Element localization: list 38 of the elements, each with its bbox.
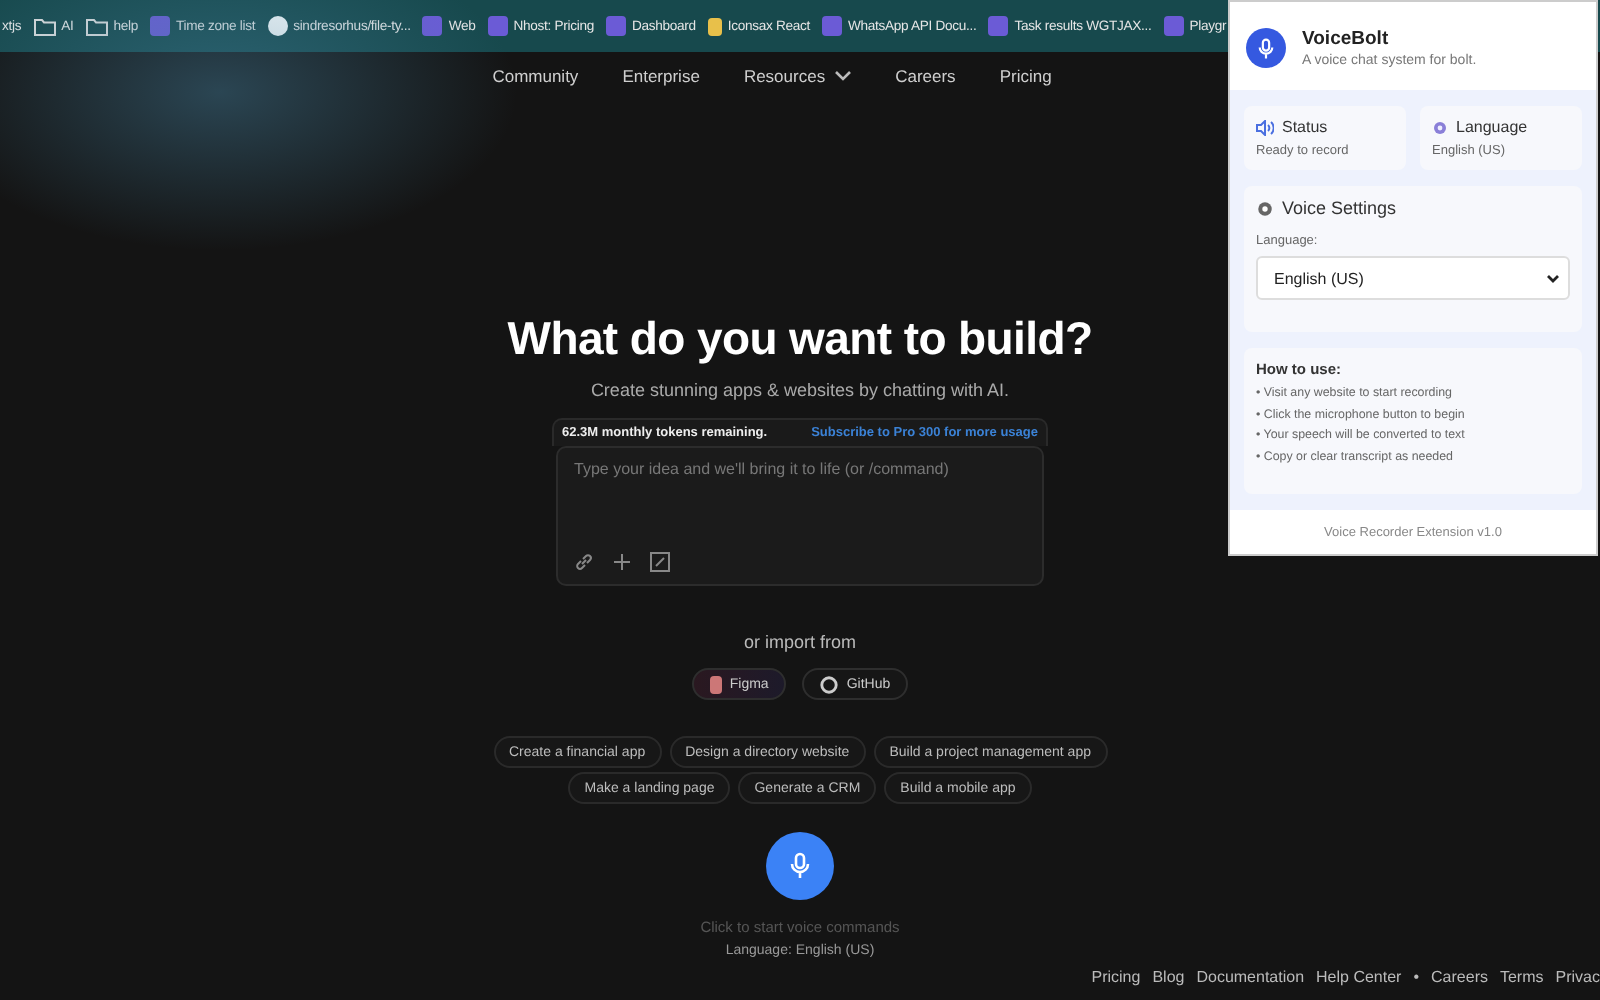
footer-link[interactable]: Help Center [1316,968,1402,986]
status-label: Status [1282,118,1328,136]
nav-link[interactable]: Careers [895,66,956,86]
prompt-field[interactable]: Type your idea and we'll bring it to life (or /command) [556,446,1044,586]
prompt-input[interactable]: Type your idea and we'll bring it to life (or /command) [574,460,1026,552]
footer-link[interactable]: Blog [1152,968,1185,986]
site-icon [487,16,508,36]
site-icon [1163,16,1184,36]
hero-subtitle: Create stunning apps & websites by chatting with AI. [590,380,1010,400]
footer-link[interactable]: Terms [1499,968,1544,986]
site-icon [822,16,842,36]
site-icon [422,16,443,36]
nav-link[interactable]: Pricing [999,66,1052,86]
folder-icon [85,17,108,35]
nav-link[interactable]: Resources [743,66,852,86]
import-label: or import from [743,632,856,652]
footer-link[interactable]: Documentation [1196,968,1305,986]
settings-title: Voice Settings [1282,198,1397,218]
chevron-down-icon [1546,273,1560,283]
site-icon [605,16,626,36]
link-icon[interactable] [574,552,594,572]
folder-icon [33,17,56,35]
nav-link[interactable]: Enterprise [622,66,700,86]
hero-title: What do you want to build? [507,312,1093,366]
footer-link[interactable]: • [1413,968,1420,986]
site-icon [150,16,170,36]
language-label: Language [1456,118,1528,136]
popup-title: VoiceBolt [1302,28,1391,50]
nav-link[interactable]: Community [492,66,579,86]
speaker-icon [1256,119,1274,135]
language-select[interactable]: English (US) [1256,256,1570,300]
site-icon [988,16,1009,36]
microphone-icon [790,852,810,880]
microphone-icon [1246,28,1286,68]
footer-link[interactable]: Privac [1555,968,1600,986]
microphone-button[interactable] [766,832,834,900]
footer-link[interactable]: Careers [1431,968,1488,986]
footer-link[interactable]: Pricing [1091,968,1141,986]
